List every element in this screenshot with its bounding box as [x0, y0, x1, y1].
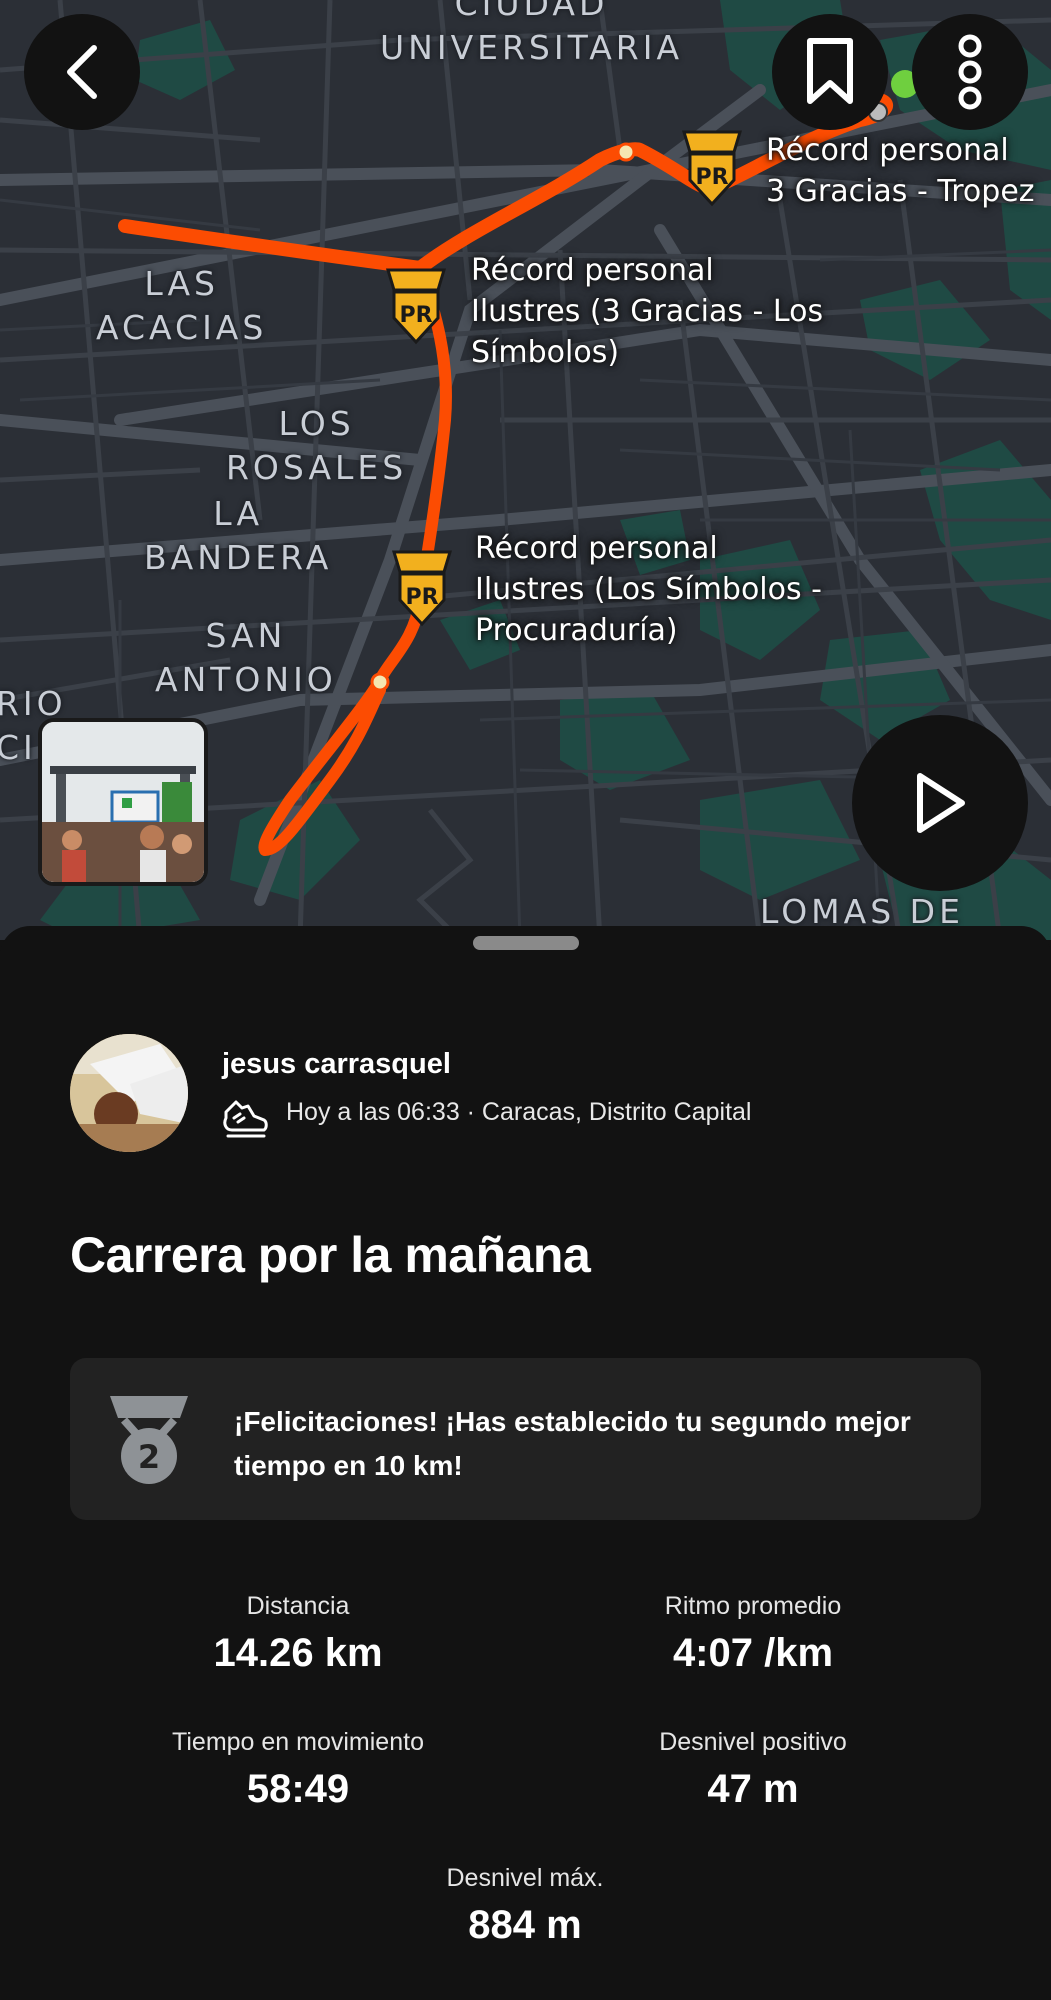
- activity-photo-thumbnail[interactable]: [38, 718, 208, 886]
- shoe-icon: [223, 1100, 268, 1138]
- activity-sheet[interactable]: jesus carrasquel Hoy a las 06:33 · Carac…: [0, 926, 1051, 2000]
- athlete-avatar[interactable]: [70, 1034, 188, 1152]
- stat-value: 4:07 /km: [672, 1631, 834, 1675]
- area-label-san-antonio: SAN ANTONIO: [155, 616, 337, 699]
- stat-value: 47 m: [707, 1767, 799, 1811]
- pr-segment-label-3[interactable]: Récord personal Ilustres (Los Símbolos -…: [475, 528, 822, 651]
- stat-label: Ritmo promedio: [664, 1592, 842, 1620]
- achievement-text: ¡Felicitaciones! ¡Has establecido tu seg…: [234, 1406, 911, 1481]
- route-map[interactable]: CIUDAD UNIVERSITARIA LAS ACACIAS LOS ROS…: [0, 0, 1051, 940]
- pr-segment-label-2[interactable]: Récord personal Ilustres (3 Gracias - Lo…: [471, 250, 823, 373]
- svg-text:PR: PR: [399, 303, 432, 328]
- bookmark-icon: [807, 38, 853, 104]
- stat-max-elevation: Desnivel máx. 884 m: [305, 1862, 745, 1952]
- bookmark-button[interactable]: [772, 14, 888, 130]
- stat-label: Tiempo en movimiento: [172, 1728, 424, 1756]
- svg-text:PR: PR: [405, 585, 438, 610]
- area-label-la-bandera: LA BANDERA: [144, 494, 333, 577]
- area-label-ciudad-universitaria: CIUDAD UNIVERSITARIA: [380, 0, 684, 67]
- back-icon: [67, 45, 97, 99]
- photo-image: [42, 722, 204, 882]
- svg-text:2: 2: [138, 1438, 160, 1476]
- athlete-name[interactable]: jesus carrasquel: [222, 1048, 451, 1081]
- back-button[interactable]: [24, 14, 140, 130]
- stat-elevation-gain: Desnivel positivo 47 m: [533, 1726, 973, 1816]
- stat-value: 884 m: [468, 1903, 582, 1947]
- pr-segment-label-1[interactable]: Récord personal 3 Gracias - Tropez: [766, 130, 1035, 212]
- pr-badge-icon[interactable]: PR: [676, 128, 748, 208]
- stat-avg-pace: Ritmo promedio 4:07 /km: [533, 1590, 973, 1680]
- stat-label: Distancia: [246, 1592, 350, 1620]
- flyover-play-button[interactable]: [852, 715, 1028, 891]
- stat-value: 14.26 km: [213, 1631, 383, 1675]
- activity-meta: Hoy a las 06:33 · Caracas, Distrito Capi…: [286, 1098, 752, 1126]
- medal-icon: 2: [110, 1396, 188, 1484]
- pr-badge-icon[interactable]: PR: [386, 548, 458, 628]
- achievement-card[interactable]: 2 ¡Felicitaciones! ¡Has establecido tu s…: [70, 1358, 981, 1520]
- area-label-los-rosales: LOS ROSALES: [226, 404, 408, 487]
- stat-distance: Distancia 14.26 km: [78, 1590, 518, 1680]
- sheet-drag-handle[interactable]: [473, 936, 579, 950]
- more-vertical-icon: [958, 34, 982, 110]
- stat-moving-time: Tiempo en movimiento 58:49: [78, 1726, 518, 1816]
- activity-title[interactable]: Carrera por la mañana: [70, 1226, 591, 1284]
- stat-value: 58:49: [246, 1767, 350, 1811]
- activity-detail-screen: CIUDAD UNIVERSITARIA LAS ACACIAS LOS ROS…: [0, 0, 1051, 2000]
- play-icon: [917, 773, 965, 833]
- avatar-image: [70, 1034, 188, 1152]
- stat-label: Desnivel máx.: [446, 1864, 604, 1892]
- pr-badge-icon[interactable]: PR: [380, 266, 452, 346]
- stat-label: Desnivel positivo: [659, 1728, 847, 1756]
- svg-text:PR: PR: [695, 165, 728, 190]
- area-label-las-acacias: LAS ACACIAS: [96, 264, 268, 347]
- more-options-button[interactable]: [912, 14, 1028, 130]
